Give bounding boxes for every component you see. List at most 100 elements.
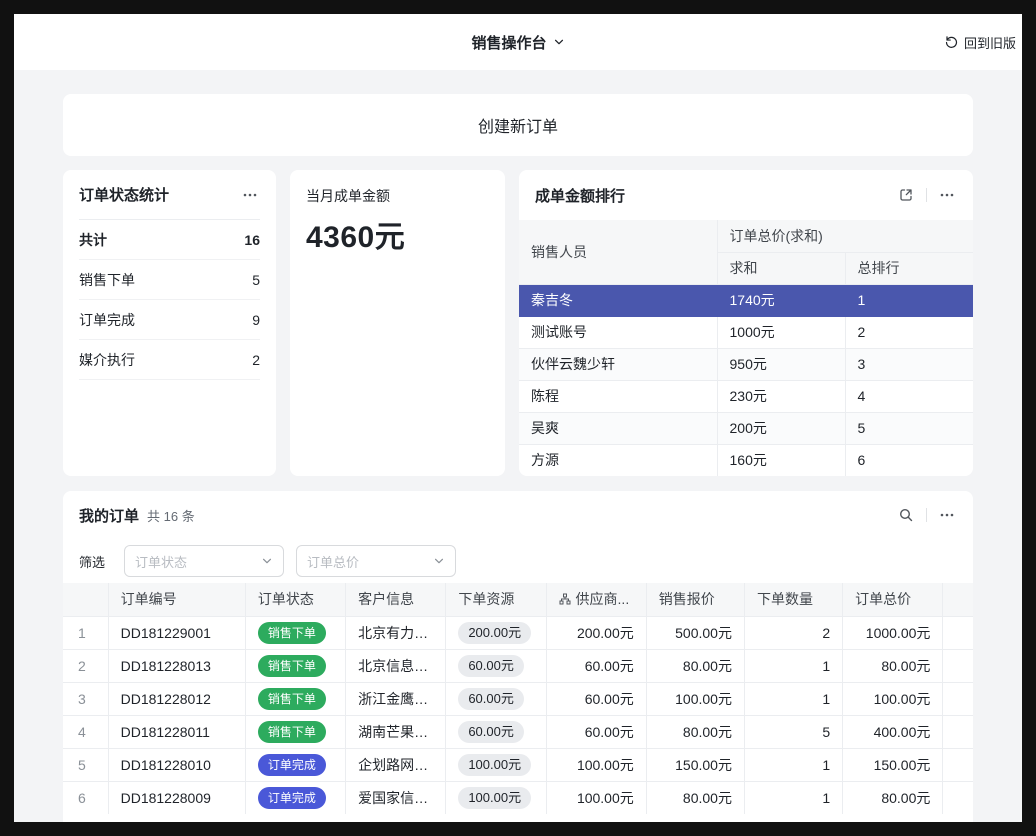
order-status-stats-card: 订单状态统计 共计 16 销售下单 5 订单完成 <box>63 170 276 476</box>
ranking-row[interactable]: 方源 160元 6 <box>519 444 973 476</box>
resource: 200.00元 <box>446 616 546 649</box>
col-customer[interactable]: 客户信息 <box>346 583 446 616</box>
status-badge: 订单完成 <box>258 754 326 776</box>
relation-icon <box>559 593 571 605</box>
dashboard-cards-row: 订单状态统计 共计 16 销售下单 5 订单完成 <box>63 170 973 476</box>
customer: 北京有力量... <box>346 616 446 649</box>
back-to-old-label: 回到旧版 <box>964 33 1016 52</box>
col-order-no[interactable]: 订单编号 <box>108 583 245 616</box>
create-order-button[interactable]: 创建新订单 <box>63 94 973 156</box>
ranking-row[interactable]: 吴爽 200元 5 <box>519 412 973 444</box>
resource-pill: 60.00元 <box>458 655 524 677</box>
more-icon[interactable] <box>937 185 957 205</box>
tail-cell <box>943 649 973 682</box>
resource-pill: 60.00元 <box>458 721 524 743</box>
quantity: 1 <box>744 682 842 715</box>
tail-cell <box>943 616 973 649</box>
status-row-total[interactable]: 共计 16 <box>79 220 260 260</box>
rank-col-group[interactable]: 订单总价(求和) <box>717 220 973 252</box>
orders-card-actions <box>896 505 957 525</box>
order-row[interactable]: 4 DD181228011 销售下单 湖南芒果娱... 60.00元 60.00… <box>63 715 973 748</box>
ranking-row[interactable]: 陈程 230元 4 <box>519 380 973 412</box>
col-qty[interactable]: 下单数量 <box>744 583 842 616</box>
col-supplier[interactable]: 供应商... <box>546 583 646 616</box>
status-card-title: 订单状态统计 <box>79 184 169 205</box>
more-icon[interactable] <box>937 505 957 525</box>
rank-rank: 1 <box>845 284 973 316</box>
chevron-down-icon <box>553 36 565 48</box>
rank-name: 陈程 <box>519 380 717 412</box>
ranking-row[interactable]: 秦吉冬 1740元 1 <box>519 284 973 316</box>
col-quote[interactable]: 销售报价 <box>646 583 744 616</box>
filter-label: 筛选 <box>79 552 105 571</box>
orders-table-header-row: 订单编号 订单状态 客户信息 下单资源 供应商... <box>63 583 973 616</box>
top-bar: 销售操作台 回到旧版 <box>14 14 1022 70</box>
col-resource[interactable]: 下单资源 <box>446 583 546 616</box>
sales-quote: 80.00元 <box>646 649 744 682</box>
order-no: DD181228009 <box>108 781 245 814</box>
back-to-old-version-button[interactable]: 回到旧版 <box>944 14 1016 70</box>
orders-table: 订单编号 订单状态 客户信息 下单资源 供应商... <box>63 583 973 814</box>
tail-cell <box>943 715 973 748</box>
row-index: 1 <box>63 616 108 649</box>
ranking-row[interactable]: 测试账号 1000元 2 <box>519 316 973 348</box>
status-card-header: 订单状态统计 <box>79 170 260 220</box>
order-total: 80.00元 <box>843 781 943 814</box>
order-row[interactable]: 1 DD181229001 销售下单 北京有力量... 200.00元 200.… <box>63 616 973 649</box>
status-label: 销售下单 <box>79 270 135 290</box>
chevron-down-icon <box>433 555 445 567</box>
row-index: 6 <box>63 781 108 814</box>
order-no: DD181229001 <box>108 616 245 649</box>
supplier-price: 60.00元 <box>546 682 646 715</box>
monthly-amount-card: 当月成单金额 4360元 <box>290 170 505 476</box>
rank-sum: 1000元 <box>717 316 845 348</box>
status-badge: 订单完成 <box>258 787 326 809</box>
rank-col-person[interactable]: 销售人员 <box>519 220 717 284</box>
order-row[interactable]: 2 DD181228013 销售下单 北京信息大... 60.00元 60.00… <box>63 649 973 682</box>
order-total-filter-select[interactable]: 订单总价 <box>296 545 456 577</box>
orders-count: 共 16 条 <box>147 506 195 525</box>
col-status[interactable]: 订单状态 <box>245 583 345 616</box>
status-badge: 销售下单 <box>258 655 326 677</box>
order-total: 400.00元 <box>843 715 943 748</box>
more-icon[interactable] <box>240 185 260 205</box>
sales-quote: 150.00元 <box>646 748 744 781</box>
order-total: 150.00元 <box>843 748 943 781</box>
status-row[interactable]: 订单完成 9 <box>79 300 260 340</box>
supplier-price: 100.00元 <box>546 748 646 781</box>
rank-sum: 160元 <box>717 444 845 476</box>
rank-name: 伙伴云魏少轩 <box>519 348 717 380</box>
status-value: 2 <box>252 352 260 368</box>
status-row[interactable]: 媒介执行 2 <box>79 340 260 380</box>
export-icon[interactable] <box>896 185 916 205</box>
row-index: 5 <box>63 748 108 781</box>
ranking-row[interactable]: 伙伴云魏少轩 950元 3 <box>519 348 973 380</box>
orders-card-title: 我的订单 <box>79 505 139 526</box>
orders-filter-row: 筛选 订单状态 订单总价 <box>63 539 973 583</box>
my-orders-card: 我的订单 共 16 条 筛选 订单状态 <box>63 491 973 822</box>
order-row[interactable]: 3 DD181228012 销售下单 浙江金鹰卡... 60.00元 60.00… <box>63 682 973 715</box>
order-row[interactable]: 6 DD181228009 订单完成 爱国家信息... 100.00元 100.… <box>63 781 973 814</box>
rank-col-rank[interactable]: 总排行 <box>845 252 973 284</box>
supplier-price: 60.00元 <box>546 715 646 748</box>
search-icon[interactable] <box>896 505 916 525</box>
monthly-amount-title: 当月成单金额 <box>306 186 489 206</box>
sales-quote: 500.00元 <box>646 616 744 649</box>
status-row[interactable]: 销售下单 5 <box>79 260 260 300</box>
customer: 爱国家信息... <box>346 781 446 814</box>
rank-rank: 2 <box>845 316 973 348</box>
quantity: 1 <box>744 649 842 682</box>
order-status-filter-select[interactable]: 订单状态 <box>124 545 284 577</box>
order-row[interactable]: 5 DD181228010 订单完成 企划路网络... 100.00元 100.… <box>63 748 973 781</box>
customer: 湖南芒果娱... <box>346 715 446 748</box>
status-value: 5 <box>252 272 260 288</box>
col-total[interactable]: 订单总价 <box>843 583 943 616</box>
col-index <box>63 583 108 616</box>
resource: 60.00元 <box>446 649 546 682</box>
customer: 企划路网络... <box>346 748 446 781</box>
rank-rank: 3 <box>845 348 973 380</box>
workspace-switcher[interactable]: 销售操作台 <box>471 32 564 53</box>
resource: 100.00元 <box>446 748 546 781</box>
rank-rank: 4 <box>845 380 973 412</box>
rank-col-sum[interactable]: 求和 <box>717 252 845 284</box>
